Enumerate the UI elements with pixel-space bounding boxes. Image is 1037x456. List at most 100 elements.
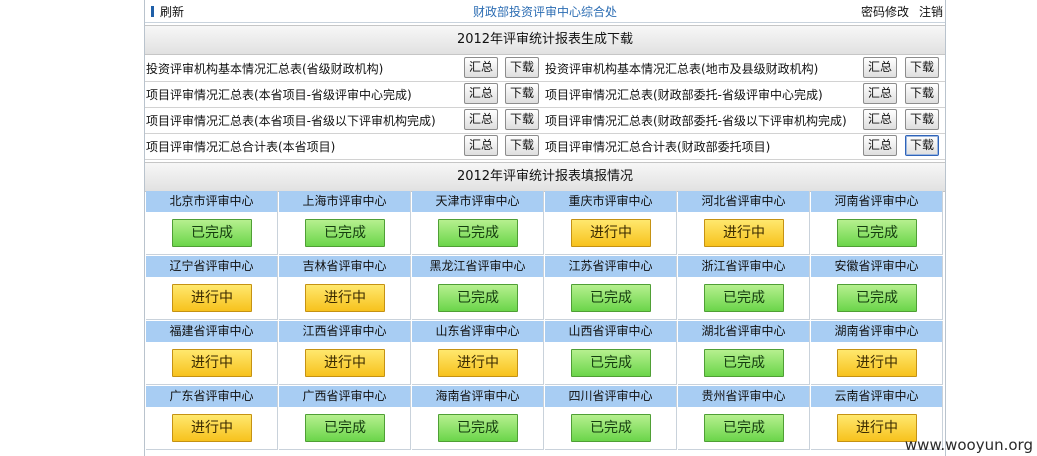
center-name: 上海市评审中心 <box>279 191 410 212</box>
center-cell: 安徽省评审中心已完成 <box>811 256 943 320</box>
center-cell: 河南省评审中心已完成 <box>811 191 943 255</box>
center-cell: 海南省评审中心已完成 <box>412 386 544 450</box>
status-button[interactable]: 已完成 <box>172 219 252 247</box>
download-section-title: 2012年评审统计报表生成下载 <box>145 25 945 55</box>
status-button[interactable]: 进行中 <box>837 349 917 377</box>
status-button[interactable]: 进行中 <box>571 219 651 247</box>
report-right-label: 投资评审机构基本情况汇总表(地市及县级财政机构) <box>545 62 819 76</box>
status-button[interactable]: 已完成 <box>305 414 385 442</box>
status-button[interactable]: 进行中 <box>172 284 252 312</box>
summary-button[interactable]: 汇总 <box>464 57 498 78</box>
fill-section-title: 2012年评审统计报表填报情况 <box>145 162 945 192</box>
center-name: 河北省评审中心 <box>678 191 809 212</box>
center-cell: 天津市评审中心已完成 <box>412 191 544 255</box>
download-button[interactable]: 下载 <box>905 109 939 130</box>
center-name: 北京市评审中心 <box>146 191 277 212</box>
watermark: www.wooyun.org <box>904 436 1033 454</box>
status-button[interactable]: 已完成 <box>438 284 518 312</box>
download-button[interactable]: 下载 <box>505 109 539 130</box>
download-button[interactable]: 下载 <box>505 83 539 104</box>
download-row: 项目评审情况汇总合计表(本省项目) 汇总 下载 项目评审情况汇总合计表(财政部委托项目… <box>145 133 945 160</box>
download-button[interactable]: 下载 <box>505 135 539 156</box>
download-button[interactable]: 下载 <box>505 57 539 78</box>
status-button[interactable]: 已完成 <box>704 414 784 442</box>
center-name: 吉林省评审中心 <box>279 256 410 277</box>
report-right-label: 项目评审情况汇总表(财政部委托-省级以下评审机构完成) <box>545 114 847 128</box>
center-cell: 四川省评审中心已完成 <box>545 386 677 450</box>
center-name: 山东省评审中心 <box>412 321 543 342</box>
main-frame: 刷新 财政部投资评审中心综合处 密码修改 注销 2012年评审统计报表生成下载 投… <box>144 0 946 456</box>
center-cell: 广西省评审中心 已完成 <box>279 386 411 450</box>
center-cell: 北京市评审中心已完成 <box>146 191 278 255</box>
center-cell: 江苏省评审中心已完成 <box>545 256 677 320</box>
status-button[interactable]: 进行中 <box>172 414 252 442</box>
center-cell: 重庆市评审中心 进行中 <box>545 191 677 255</box>
center-name: 贵州省评审中心 <box>678 386 809 407</box>
center-cell: 湖南省评审中心 进行中 <box>811 321 943 385</box>
center-name: 广东省评审中心 <box>146 386 277 407</box>
report-left-label: 项目评审情况汇总表(本省项目-省级以下评审机构完成) <box>146 114 436 128</box>
download-row: 项目评审情况汇总表(本省项目-省级评审中心完成) 汇总 下载 项目评审情况汇总表(财政… <box>145 81 945 108</box>
status-button[interactable]: 进行中 <box>438 349 518 377</box>
status-button[interactable]: 已完成 <box>571 284 651 312</box>
center-cell: 山西省评审中心已完成 <box>545 321 677 385</box>
status-button[interactable]: 已完成 <box>438 219 518 247</box>
center-name: 天津市评审中心 <box>412 191 543 212</box>
center-name: 四川省评审中心 <box>545 386 676 407</box>
download-row: 项目评审情况汇总表(本省项目-省级以下评审机构完成) 汇总 下载 项目评审情况汇总表(… <box>145 107 945 134</box>
change-password-link[interactable]: 密码修改 <box>861 5 909 19</box>
download-button[interactable]: 下载 <box>905 83 939 104</box>
summary-button[interactable]: 汇总 <box>863 57 897 78</box>
center-name: 江苏省评审中心 <box>545 256 676 277</box>
status-button[interactable]: 已完成 <box>704 284 784 312</box>
center-name: 安徽省评审中心 <box>811 256 942 277</box>
center-name: 河南省评审中心 <box>811 191 942 212</box>
center-cell: 辽宁省评审中心 进行中 <box>146 256 278 320</box>
report-right-label: 项目评审情况汇总表(财政部委托-省级评审中心完成) <box>545 88 823 102</box>
summary-button[interactable]: 汇总 <box>863 109 897 130</box>
report-left-label: 投资评审机构基本情况汇总表(省级财政机构) <box>146 62 384 76</box>
status-button[interactable]: 已完成 <box>571 349 651 377</box>
status-button[interactable]: 已完成 <box>438 414 518 442</box>
status-button[interactable]: 进行中 <box>704 219 784 247</box>
center-name: 湖北省评审中心 <box>678 321 809 342</box>
center-cell: 河北省评审中心进行中 <box>678 191 810 255</box>
download-button[interactable]: 下载 <box>905 57 939 78</box>
center-cell: 山东省评审中心进行中 <box>412 321 544 385</box>
report-left-label: 项目评审情况汇总合计表(本省项目) <box>146 140 336 154</box>
center-name: 浙江省评审中心 <box>678 256 809 277</box>
status-button[interactable]: 已完成 <box>571 414 651 442</box>
center-cell: 上海市评审中心已完成 <box>279 191 411 255</box>
status-button[interactable]: 已完成 <box>704 349 784 377</box>
summary-button[interactable]: 汇总 <box>464 83 498 104</box>
center-name: 海南省评审中心 <box>412 386 543 407</box>
center-name: 江西省评审中心 <box>279 321 410 342</box>
center-name: 山西省评审中心 <box>545 321 676 342</box>
logout-link[interactable]: 注销 <box>919 5 943 19</box>
center-cell: 福建省评审中心 进行中 <box>146 321 278 385</box>
status-button[interactable]: 已完成 <box>837 219 917 247</box>
user-links: 密码修改 注销 <box>851 3 943 20</box>
center-cell: 广东省评审中心进行中 <box>146 386 278 450</box>
summary-button[interactable]: 汇总 <box>464 135 498 156</box>
center-cell: 黑龙江省评审中心已完成 <box>412 256 544 320</box>
status-button[interactable]: 已完成 <box>305 219 385 247</box>
status-button[interactable]: 进行中 <box>172 349 252 377</box>
center-name: 云南省评审中心 <box>811 386 942 407</box>
center-cell: 吉林省评审中心进行中 <box>279 256 411 320</box>
summary-button[interactable]: 汇总 <box>863 83 897 104</box>
status-button[interactable]: 已完成 <box>837 284 917 312</box>
report-right-label: 项目评审情况汇总合计表(财政部委托项目) <box>545 140 771 154</box>
org-title: 财政部投资评审中心综合处 <box>472 5 617 19</box>
top-bar: 刷新 财政部投资评审中心综合处 密码修改 注销 <box>145 0 945 23</box>
status-button[interactable]: 进行中 <box>305 349 385 377</box>
summary-button[interactable]: 汇总 <box>464 109 498 130</box>
center-cell: 湖北省评审中心已完成 <box>678 321 810 385</box>
report-left-label: 项目评审情况汇总表(本省项目-省级评审中心完成) <box>146 88 412 102</box>
center-name: 黑龙江省评审中心 <box>412 256 543 277</box>
summary-button[interactable]: 汇总 <box>863 135 897 156</box>
center-cell: 浙江省评审中心已完成 <box>678 256 810 320</box>
download-button[interactable]: 下载 <box>905 135 939 156</box>
download-row: 投资评审机构基本情况汇总表(省级财政机构) 汇总 下载 投资评审机构基本情况汇总表(地… <box>145 55 945 82</box>
status-button[interactable]: 进行中 <box>305 284 385 312</box>
